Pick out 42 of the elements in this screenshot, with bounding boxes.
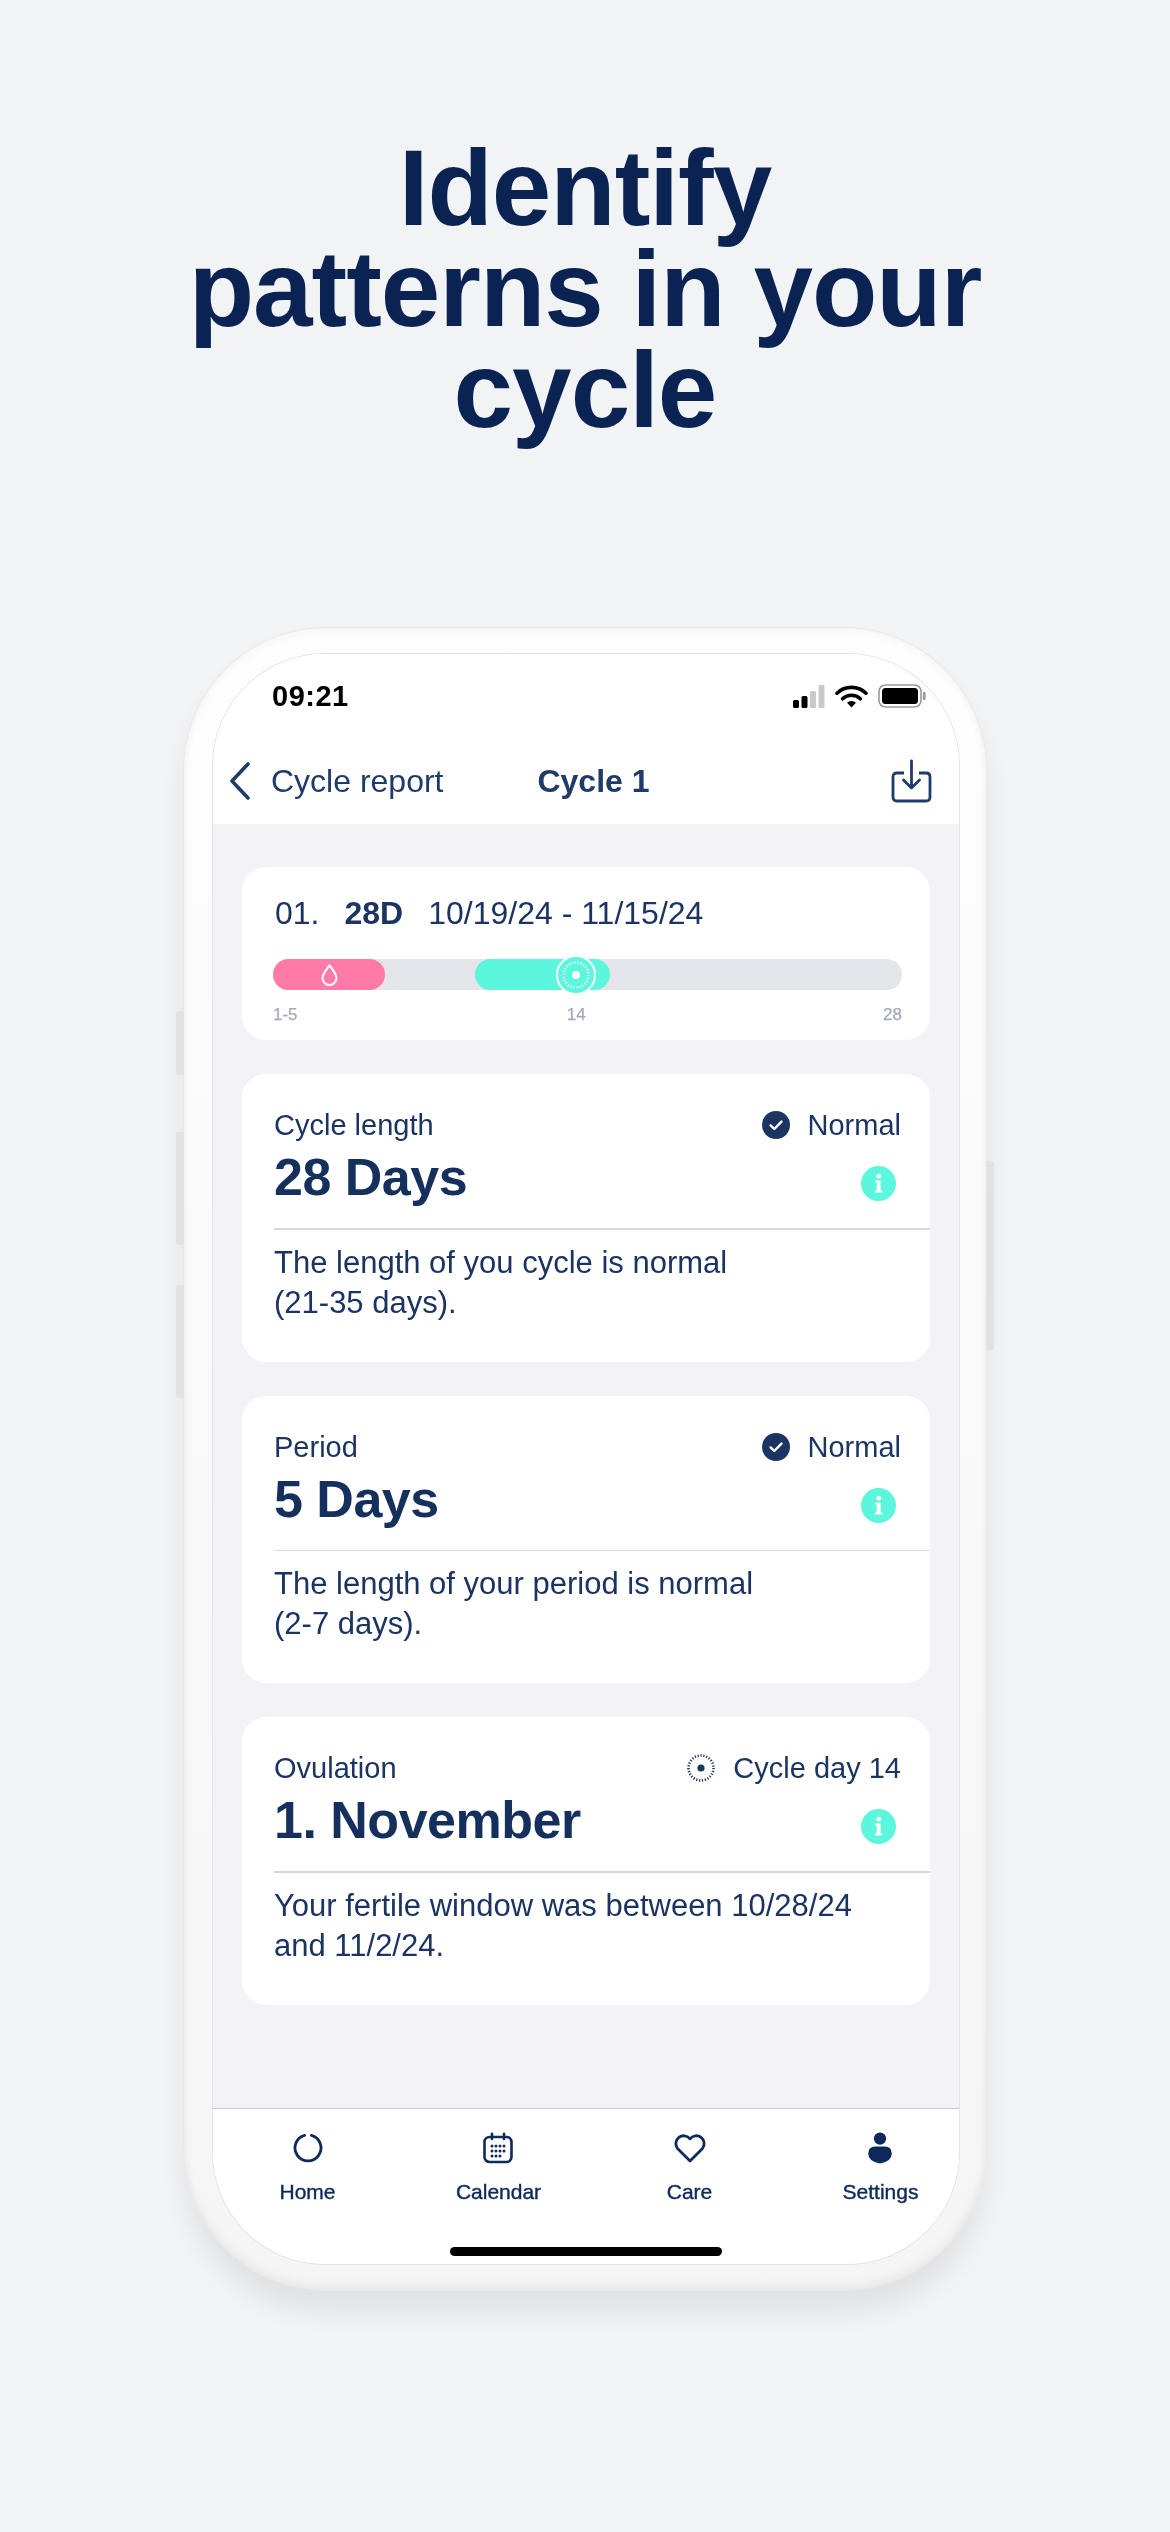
- back-button[interactable]: Cycle report: [228, 761, 444, 801]
- cycle-number: 01.: [275, 894, 320, 932]
- ovulation-marker-icon: [556, 954, 597, 995]
- page-title: Cycle 1: [537, 762, 650, 801]
- chevron-left-icon: [228, 761, 252, 801]
- wifi-icon: [835, 684, 868, 708]
- status-text: Normal: [807, 1108, 901, 1142]
- timeline-label: 28: [883, 1005, 902, 1025]
- drop-icon: [320, 963, 338, 986]
- description: The length of you cycle is normal (21-35 days).: [274, 1243, 728, 1322]
- metric-value: 28 Days: [274, 1148, 468, 1206]
- info-icon[interactable]: [861, 1809, 896, 1844]
- check-circle-icon: [761, 1111, 790, 1139]
- metric-value: 1. November: [274, 1791, 581, 1849]
- check-circle-icon: [761, 1432, 790, 1461]
- tab-item[interactable]: Settings: [842, 2132, 919, 2205]
- description: Your fertile window was between 10/28/24 and 11/2/24.: [274, 1886, 852, 1965]
- info-icon[interactable]: [861, 1487, 896, 1523]
- tab-item[interactable]: Care: [666, 2132, 713, 2205]
- timeline-label: 14: [566, 1005, 586, 1025]
- status-time: 09:21: [272, 679, 349, 714]
- metric-label: Cycle length: [274, 1108, 434, 1142]
- metric-value: 5 Days: [274, 1469, 439, 1528]
- metric-label: Period: [274, 1429, 358, 1464]
- status-text: Normal: [807, 1429, 901, 1464]
- timeline-label: 1-5: [273, 1005, 298, 1025]
- tab-item[interactable]: Home: [279, 2132, 336, 2205]
- cycle-dates: 10/19/24 - 11/15/24: [428, 894, 704, 932]
- ring-icon: [291, 2132, 324, 2164]
- description: The length of your period is normal (2-7 days).: [274, 1565, 754, 1643]
- signal-icon: [793, 684, 825, 708]
- dotted-ring-icon: [687, 1754, 716, 1782]
- heart-icon: [672, 2132, 707, 2164]
- battery-icon: [878, 684, 926, 708]
- cycle-length: 28D: [344, 894, 404, 932]
- status-text: Cycle day 14: [733, 1751, 901, 1785]
- download-icon[interactable]: [891, 759, 932, 803]
- info-icon[interactable]: [861, 1166, 896, 1201]
- calendar-icon: [482, 2132, 515, 2164]
- metric-label: Ovulation: [274, 1751, 397, 1785]
- tab-item[interactable]: Calendar: [455, 2132, 542, 2205]
- headline: Identify patterns in your cycle: [187, 127, 983, 452]
